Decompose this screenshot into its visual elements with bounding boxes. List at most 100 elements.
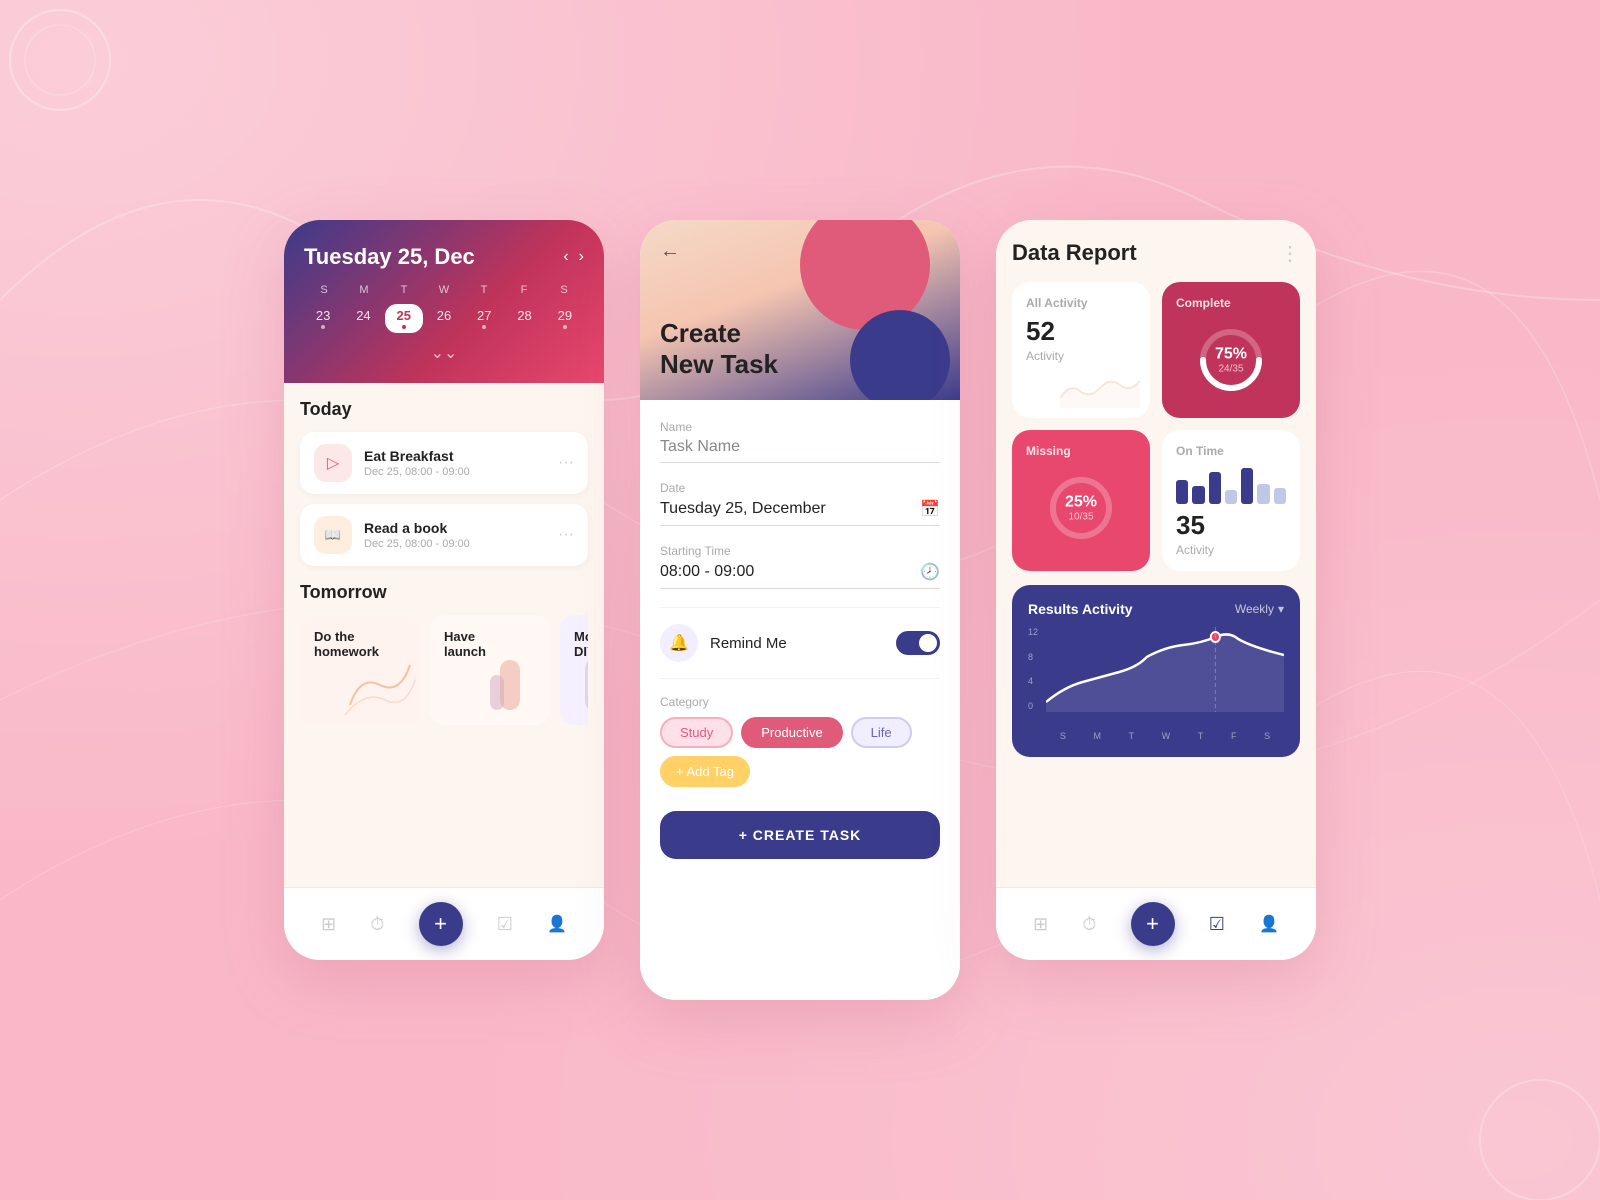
phone2-body: Name Task Name Date Tuesday 25, December… (640, 400, 960, 1000)
missing-donut-chart: 25% 10/35 (1045, 472, 1117, 544)
homework-card-title: Do thehomework (314, 629, 406, 659)
prev-month-button[interactable]: ‹ (563, 248, 568, 266)
task-card-breakfast[interactable]: ▷ Eat Breakfast Dec 25, 08:00 - 09:00 ··… (300, 432, 588, 494)
bell-icon: 🔔 (660, 624, 698, 662)
complete-fraction: 24/35 (1215, 364, 1247, 375)
cal-day-27[interactable]: 27 (465, 304, 503, 333)
task-time-book: Dec 25, 08:00 - 09:00 (364, 538, 546, 550)
report-options-button[interactable]: ⋮ (1280, 241, 1300, 266)
task-menu-book[interactable]: ··· (558, 526, 574, 544)
create-task-title: Create New Task (660, 318, 778, 380)
cal-day-28[interactable]: 28 (505, 304, 543, 333)
chart-y-labels: 12 8 4 0 (1028, 627, 1038, 711)
task-menu-breakfast[interactable]: ··· (558, 454, 574, 472)
on-time-label: On Time (1176, 444, 1286, 458)
date-field: Date Tuesday 25, December 📅 (660, 481, 940, 526)
task-icon-breakfast: ▷ (314, 444, 352, 482)
phone3-body: Data Report ⋮ All Activity 52 Activity (996, 220, 1316, 887)
stat-on-time: On Time 35 Activity (1162, 430, 1300, 571)
nav-check-icon[interactable]: ☑ (497, 914, 513, 935)
nav-grid-icon[interactable]: ⊞ (321, 914, 336, 935)
task-info-breakfast: Eat Breakfast Dec 25, 08:00 - 09:00 (364, 448, 546, 478)
chart-svg-container (1046, 627, 1284, 712)
create-task-header: ← Create New Task (640, 220, 960, 400)
remind-toggle[interactable] (896, 631, 940, 655)
nav-user-icon-p3[interactable]: 👤 (1259, 914, 1279, 934)
bar-m (1192, 486, 1204, 504)
time-label: Starting Time (660, 544, 940, 558)
category-tags: Study Productive Life + Add Tag (660, 717, 940, 787)
results-title: Results Activity (1028, 601, 1133, 617)
calendar-header: Tuesday 25, Dec ‹ › S M T W T F S 23 (284, 220, 604, 383)
category-section: Category Study Productive Life + Add Tag (660, 695, 940, 787)
calendar-icon: 📅 (920, 499, 940, 519)
task-name-breakfast: Eat Breakfast (364, 448, 546, 464)
bottom-nav-phone1: ⊞ ⏱ + ☑ 👤 (284, 887, 604, 960)
results-activity-card: Results Activity Weekly ▾ 12 8 4 0 (1012, 585, 1300, 757)
header-blob2 (850, 310, 950, 400)
tag-productive[interactable]: Productive (741, 717, 842, 748)
phone-calendar: Tuesday 25, Dec ‹ › S M T W T F S 23 (284, 220, 604, 960)
remind-label: Remind Me (710, 635, 884, 652)
tomorrow-card-diy[interactable]: MoDIY (560, 615, 588, 725)
tomorrow-section-title: Tomorrow (300, 582, 588, 603)
nav-grid-icon-p3[interactable]: ⊞ (1033, 914, 1048, 935)
missing-label: Missing (1026, 444, 1136, 458)
name-field: Name Task Name (660, 420, 940, 463)
y-label-4: 4 (1028, 676, 1038, 686)
nav-user-icon[interactable]: 👤 (547, 914, 567, 934)
clock-icon: 🕗 (920, 562, 940, 582)
phone-create-task: ← Create New Task Name Task Name Date Tu… (640, 220, 960, 1000)
stats-grid: All Activity 52 Activity Complete (1012, 282, 1300, 571)
bar-s (1176, 480, 1188, 504)
add-tag-button[interactable]: + Add Tag (660, 756, 750, 787)
diy-card-title: MoDIY (574, 629, 588, 659)
create-task-button[interactable]: + CREATE TASK (660, 811, 940, 859)
task-card-book[interactable]: 📖 Read a book Dec 25, 08:00 - 09:00 ··· (300, 504, 588, 566)
date-input[interactable]: Tuesday 25, December 📅 (660, 499, 940, 526)
nav-add-button[interactable]: + (419, 902, 463, 946)
tomorrow-card-homework[interactable]: Do thehomework (300, 615, 420, 725)
time-value: 08:00 - 09:00 (660, 563, 754, 581)
task-name-book: Read a book (364, 520, 546, 536)
calendar-nav[interactable]: ‹ › (563, 248, 584, 266)
expand-calendar-button[interactable]: ⌄⌄ (304, 343, 584, 363)
task-name-input[interactable]: Task Name (660, 438, 940, 463)
cal-day-23[interactable]: 23 (304, 304, 342, 333)
weekday: S (304, 284, 344, 296)
report-header: Data Report ⋮ (1012, 240, 1300, 266)
task-info-book: Read a book Dec 25, 08:00 - 09:00 (364, 520, 546, 550)
nav-timer-icon[interactable]: ⏱ (370, 914, 384, 935)
current-date: Tuesday 25, Dec (304, 244, 475, 270)
tag-study[interactable]: Study (660, 717, 733, 748)
cal-day-29[interactable]: 29 (546, 304, 584, 333)
back-button[interactable]: ← (660, 240, 680, 263)
remind-row: 🔔 Remind Me (660, 607, 940, 679)
phone1-body: Today ▷ Eat Breakfast Dec 25, 08:00 - 09… (284, 383, 604, 887)
category-label: Category (660, 695, 940, 709)
x-label-t2: T (1198, 731, 1204, 741)
tomorrow-card-launch[interactable]: Havelaunch (430, 615, 550, 725)
nav-timer-icon-p3[interactable]: ⏱ (1082, 914, 1096, 935)
next-month-button[interactable]: › (579, 248, 584, 266)
weekdays-row: S M T W T F S (304, 284, 584, 296)
nav-add-button-p3[interactable]: + (1131, 902, 1175, 946)
time-input[interactable]: 08:00 - 09:00 🕗 (660, 562, 940, 589)
all-activity-label: All Activity (1026, 296, 1136, 310)
y-label-12: 12 (1028, 627, 1038, 637)
bar-f (1257, 484, 1269, 504)
weekday: T (464, 284, 504, 296)
x-label-w: W (1162, 731, 1171, 741)
results-header: Results Activity Weekly ▾ (1028, 601, 1284, 617)
weekday: F (504, 284, 544, 296)
tag-life[interactable]: Life (851, 717, 912, 748)
nav-check-icon-p3[interactable]: ☑ (1209, 914, 1225, 935)
bar-t2 (1241, 468, 1253, 504)
weekday: W (424, 284, 464, 296)
cal-day-26[interactable]: 26 (425, 304, 463, 333)
on-time-number: 35 (1176, 510, 1286, 541)
missing-pct: 25% (1065, 494, 1097, 512)
cal-day-25[interactable]: 25 (385, 304, 423, 333)
cal-day-24[interactable]: 24 (344, 304, 382, 333)
results-period-selector[interactable]: Weekly ▾ (1235, 602, 1284, 616)
